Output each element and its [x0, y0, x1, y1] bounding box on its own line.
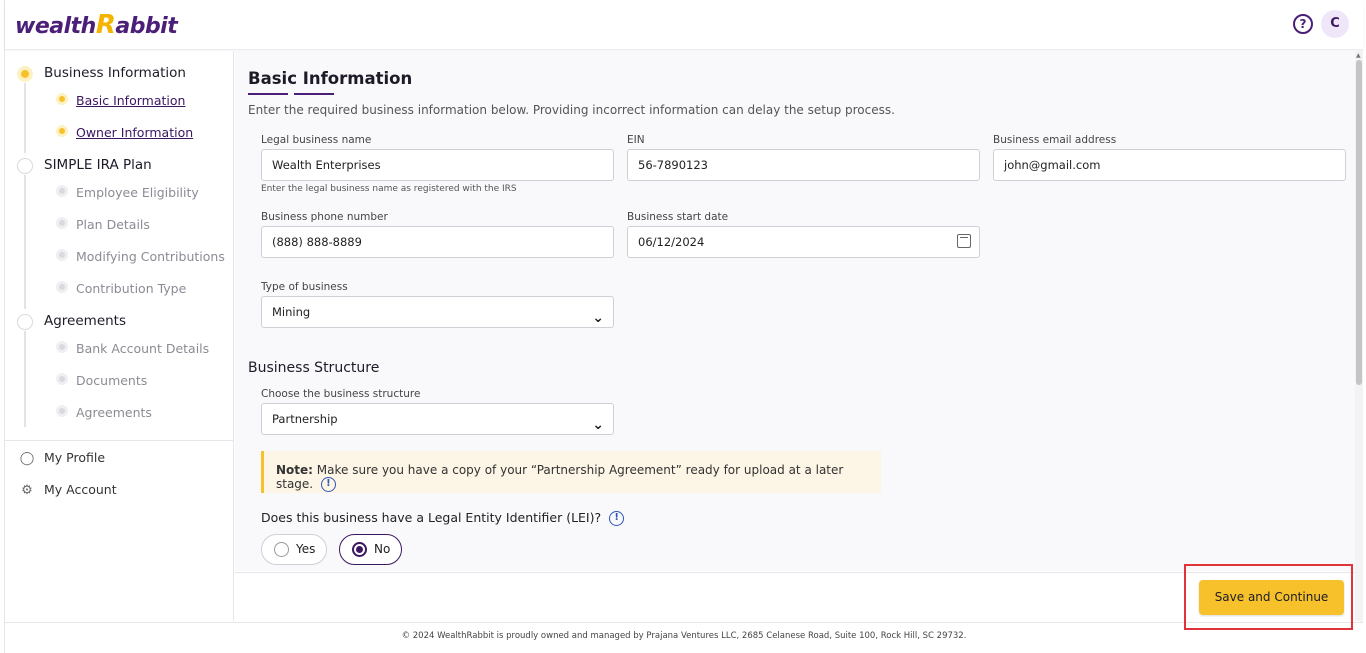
- lei-question: Does this business have a Legal Entity I…: [261, 510, 625, 526]
- radio-circle-selected-icon: [352, 542, 367, 557]
- help-icon[interactable]: ?: [1293, 14, 1313, 34]
- progress-line: [24, 331, 26, 427]
- logo-text-abbit: abbit: [115, 14, 178, 39]
- user-circle-icon: ◯: [19, 451, 35, 466]
- substep-indicator: [56, 217, 68, 229]
- lei-question-text: Does this business have a Legal Entity I…: [261, 510, 602, 525]
- substep-indicator: [56, 185, 68, 197]
- business-structure-heading: Business Structure: [248, 360, 380, 376]
- intro-text: Enter the required business information …: [248, 103, 895, 117]
- logo-text-wealth: wealth: [15, 14, 96, 39]
- logo-text-r: R: [95, 10, 116, 40]
- step-indicator-simple-ira: [17, 158, 33, 174]
- info-icon[interactable]: !: [320, 477, 336, 492]
- radio-circle-icon: [274, 542, 289, 557]
- lei-yes-label: Yes: [296, 542, 316, 556]
- legal-name-hint: Enter the legal business name as registe…: [261, 184, 517, 194]
- business-email-input[interactable]: john@gmail.com: [993, 149, 1346, 181]
- progress-line: [24, 83, 26, 153]
- user-settings-icon: ⚙: [21, 483, 33, 498]
- sidebar-item-agreements[interactable]: Agreements: [76, 405, 152, 420]
- sidebar-item-contribution-type[interactable]: Contribution Type: [76, 281, 186, 296]
- start-date-value: 06/12/2024: [638, 235, 705, 249]
- sidebar-item-modifying-contributions[interactable]: Modifying Contributions: [76, 249, 225, 264]
- wealthrabbit-logo[interactable]: wealthRabbit: [15, 10, 178, 40]
- my-profile-label: My Profile: [44, 450, 106, 465]
- scroll-up-arrow-icon[interactable]: ▲: [1356, 52, 1361, 59]
- footer: © 2024 WealthRabbit is proudly owned and…: [5, 622, 1363, 653]
- substep-indicator: [56, 125, 68, 137]
- app-frame: wealthRabbit ? C Business Information Ba…: [4, 0, 1363, 653]
- ein-input[interactable]: 56-7890123: [627, 149, 980, 181]
- scrollbar-thumb[interactable]: [1356, 60, 1362, 385]
- sidebar-item-plan-details[interactable]: Plan Details: [76, 217, 150, 232]
- sidebar-link-my-profile[interactable]: ◯ My Profile: [19, 450, 105, 466]
- business-structure-value: Partnership: [272, 412, 338, 426]
- business-type-select[interactable]: Mining ⌄: [261, 296, 614, 328]
- title-underline: [294, 93, 334, 95]
- calendar-icon[interactable]: [957, 234, 971, 248]
- info-icon[interactable]: !: [609, 511, 625, 526]
- lei-yes-radio[interactable]: Yes: [261, 534, 327, 565]
- sidebar-item-owner-information[interactable]: Owner Information: [76, 125, 193, 140]
- partnership-note: Note: Make sure you have a copy of your …: [261, 451, 881, 493]
- main-content: Basic Information Enter the required bus…: [235, 51, 1355, 571]
- step-indicator-business-info: [17, 66, 33, 82]
- title-underline: [248, 93, 288, 95]
- ein-label: EIN: [627, 134, 645, 146]
- business-start-date-input[interactable]: 06/12/2024: [627, 226, 980, 258]
- sidebar-item-bank-account-details[interactable]: Bank Account Details: [76, 341, 209, 356]
- sidebar-divider: [5, 440, 234, 441]
- legal-business-name-input[interactable]: Wealth Enterprises: [261, 149, 614, 181]
- chevron-down-icon: ⌄: [592, 417, 604, 433]
- start-date-label: Business start date: [627, 211, 729, 223]
- legal-name-label: Legal business name: [261, 134, 372, 146]
- sidebar-item-employee-eligibility[interactable]: Employee Eligibility: [76, 185, 199, 200]
- sidebar: Business Information Basic Information O…: [5, 51, 234, 621]
- substep-indicator: [56, 93, 68, 105]
- user-avatar[interactable]: C: [1321, 10, 1349, 38]
- sidebar-section-agreements[interactable]: Agreements: [44, 313, 126, 329]
- business-type-value: Mining: [272, 305, 311, 319]
- email-label: Business email address: [993, 134, 1117, 146]
- sidebar-link-my-account[interactable]: ⚙ My Account: [19, 482, 117, 498]
- substep-indicator: [56, 281, 68, 293]
- step-indicator-agreements: [17, 314, 33, 330]
- my-account-label: My Account: [44, 482, 117, 497]
- substep-indicator: [56, 373, 68, 385]
- sidebar-item-basic-information[interactable]: Basic Information: [76, 93, 185, 108]
- sidebar-section-business-information[interactable]: Business Information: [44, 65, 186, 81]
- page-title: Basic Information: [248, 69, 413, 88]
- substep-indicator: [56, 249, 68, 261]
- save-and-continue-button[interactable]: Save and Continue: [1199, 580, 1344, 615]
- lei-no-label: No: [374, 542, 391, 556]
- structure-label: Choose the business structure: [261, 388, 421, 400]
- phone-label: Business phone number: [261, 211, 388, 223]
- note-text: Make sure you have a copy of your “Partn…: [276, 463, 844, 491]
- top-header: wealthRabbit ? C: [5, 0, 1363, 50]
- progress-line: [24, 175, 26, 309]
- business-type-label: Type of business: [261, 281, 348, 293]
- substep-indicator: [56, 405, 68, 417]
- sidebar-section-simple-ira-plan[interactable]: SIMPLE IRA Plan: [44, 157, 152, 173]
- substep-indicator: [56, 341, 68, 353]
- note-bold-label: Note:: [276, 463, 313, 477]
- sidebar-item-documents[interactable]: Documents: [76, 373, 147, 388]
- business-structure-select[interactable]: Partnership ⌄: [261, 403, 614, 435]
- chevron-down-icon: ⌄: [592, 310, 604, 326]
- business-phone-input[interactable]: (888) 888-8889: [261, 226, 614, 258]
- lei-no-radio[interactable]: No: [339, 534, 402, 565]
